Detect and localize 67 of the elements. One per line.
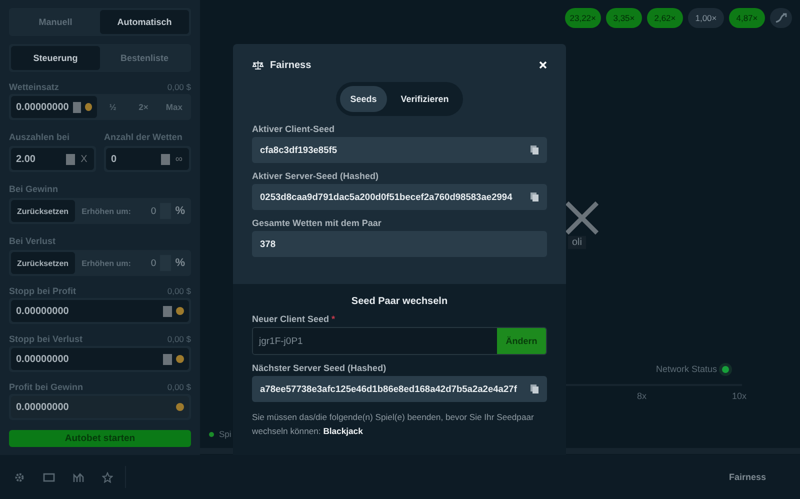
axis-label: 8x	[637, 391, 647, 401]
suffix-label: ∞	[174, 154, 184, 164]
field-label: Nächster Server Seed (Hashed)	[252, 362, 388, 375]
scales-icon	[252, 60, 264, 70]
multiplier-pill: 23,22×	[564, 8, 601, 28]
number-field[interactable]: 2.00 X	[11, 148, 94, 170]
percent-field[interactable]: 0 %	[144, 255, 189, 271]
usd-amount: 0,00 $	[167, 382, 191, 392]
field-label: Aktiver Client-Seed	[252, 123, 336, 136]
multiplier-pill: 1,00×	[688, 8, 724, 28]
dialog-title: Fairness	[270, 60, 312, 70]
seed-field[interactable]: cfa8c3df193e85f5	[252, 137, 547, 163]
field-label: Bei Verlust	[9, 235, 57, 248]
coin-icon	[176, 403, 184, 411]
seed-field[interactable]: a78ee57738e3afc125e46d1b86e8ed168a42d7b5a2a2e4a27f	[252, 376, 547, 402]
section-title: Seed Paar wechseln	[350, 296, 449, 307]
network-status-label: Network Status	[656, 364, 718, 374]
rule-option[interactable]: Zurücksetzen	[11, 252, 75, 274]
amount-field[interactable]: 0.00000000	[11, 300, 189, 322]
field-label: Auszahlen bei	[9, 131, 71, 144]
axis-label: 10x	[732, 391, 747, 401]
chart-button[interactable]	[770, 8, 792, 28]
copy-icon[interactable]	[530, 384, 539, 394]
copy-icon[interactable]	[530, 145, 539, 155]
fairness-link[interactable]: Fairness	[728, 472, 766, 482]
sub-tab[interactable]: Steuerung	[11, 46, 100, 70]
field-label: Bei Gewinn	[9, 183, 60, 196]
field-label: Stopp bei Profit	[9, 286, 76, 296]
field-label: Stopp bei Verlust	[9, 334, 83, 344]
usd-amount: 0,00 $	[167, 334, 191, 344]
field-label: Neuer Client Seed *	[252, 313, 336, 326]
field-label: Aktiver Server-Seed (Hashed)	[252, 170, 380, 183]
seed-field[interactable]: 378	[252, 231, 547, 257]
multiplier-pill: 2,62×	[647, 8, 683, 28]
multiplier-pill: 3,35×	[606, 8, 642, 28]
usd-amount: 0,00 $	[167, 286, 191, 296]
usd-amount: 0,00 $	[167, 82, 191, 92]
seed-field[interactable]: 0253d8caa9d791dac5a200d0f51becef2a760d98583ae2994	[252, 184, 547, 210]
multiplier-pill: 4,87×	[729, 8, 765, 28]
suffix-label: X	[80, 154, 88, 164]
field-label: Wetteinsatz	[9, 82, 59, 92]
dialog-tab[interactable]: Verifizieren	[390, 86, 459, 112]
rule-option[interactable]: Zurücksetzen	[11, 200, 75, 222]
mode-tab[interactable]: Automatisch	[100, 10, 189, 34]
bet-amount-field[interactable]: 0.00000000	[11, 96, 97, 118]
coin-icon	[84, 103, 92, 111]
field-label: Profit bei Gewinn	[9, 382, 84, 392]
close-icon[interactable]	[539, 61, 547, 69]
stats-icon[interactable]	[73, 472, 84, 482]
field-label: Gesamte Wetten mit dem Paar	[252, 217, 382, 230]
game-label: oli	[568, 236, 586, 249]
status-dot	[722, 366, 730, 372]
info-text: Sie müssen das/die folgende(n) Spiel(e) beenden, bevor Sie Ihr Seedpaar wechseln können: Blackjack	[252, 411, 535, 438]
star-icon[interactable]	[102, 472, 113, 482]
percent-field[interactable]: 0 %	[144, 203, 189, 219]
settings-icon[interactable]	[14, 472, 25, 482]
trend-icon	[775, 13, 787, 23]
amount-field[interactable]: 0.00000000	[11, 348, 189, 370]
game-label: Spi	[209, 429, 232, 439]
coin-icon	[176, 307, 184, 315]
screen-icon[interactable]	[43, 472, 55, 482]
dialog-tab[interactable]: Seeds	[340, 86, 387, 112]
coin-icon	[176, 355, 184, 363]
field-label: Anzahl der Wetten	[104, 131, 184, 144]
cross-icon	[564, 200, 600, 236]
copy-icon[interactable]	[530, 192, 539, 202]
number-field[interactable]: 0 ∞	[106, 148, 189, 170]
